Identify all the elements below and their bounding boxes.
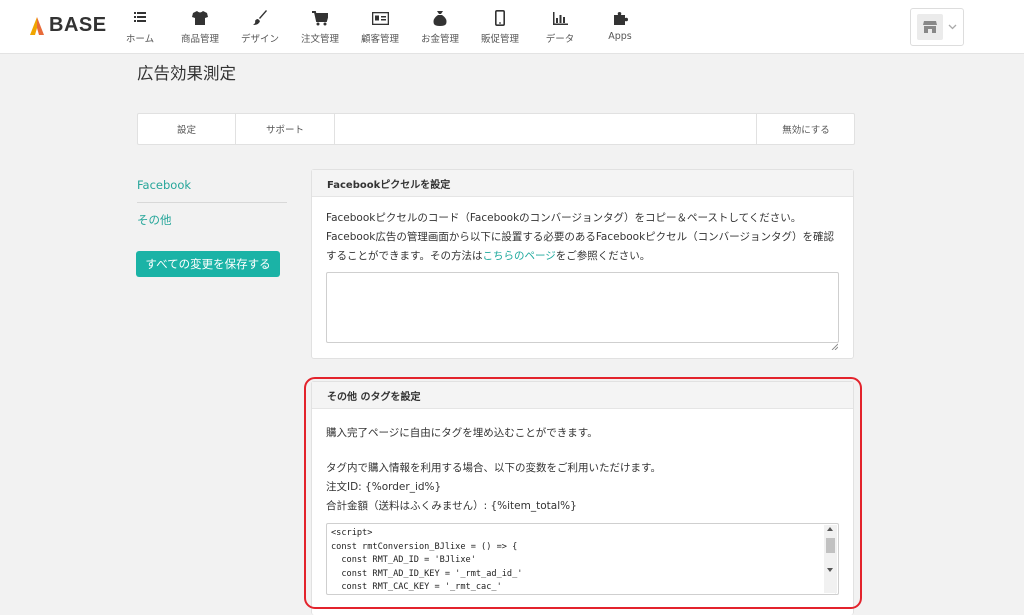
variable-item-total: 合計金額（送料はふくみません）: {%item_total%} <box>326 500 577 512</box>
nav-item-money[interactable]: お金管理 <box>410 0 470 54</box>
money-bag-icon <box>431 9 449 27</box>
panel-heading: Facebookピクセルを設定 <box>312 170 853 197</box>
nav-item-promotion[interactable]: 販促管理 <box>470 0 530 54</box>
instruction-line: Facebookピクセルのコード（Facebookのコンバージョンタグ）をコピー… <box>326 212 802 224</box>
chevron-down-icon <box>948 22 957 33</box>
save-all-button[interactable]: すべての変更を保存する <box>136 251 280 277</box>
sidebar-item-facebook[interactable]: Facebook <box>137 178 191 192</box>
other-tags-panel: その他 のタグを設定 購入完了ページに自由にタグを埋め込むことができます。 タグ… <box>311 381 854 615</box>
tag-code: <script> const rmtConversion_BJlixe = ()… <box>331 528 523 592</box>
instruction-line: することができます。その方法はこちらのページをご参照ください。 <box>326 247 834 266</box>
store-icon <box>917 14 943 40</box>
scroll-up-arrow-icon[interactable] <box>827 527 833 531</box>
tab-bar: 設定 サポート 無効にする <box>137 113 855 145</box>
nav-item-design[interactable]: デザイン <box>230 0 290 54</box>
page-title: 広告効果測定 <box>137 64 236 83</box>
nav-label: デザイン <box>240 34 279 45</box>
scroll-thumb[interactable] <box>826 538 835 553</box>
smartphone-icon <box>491 9 509 27</box>
nav-label: ホーム <box>125 34 155 45</box>
nav-item-home[interactable]: ホーム <box>110 0 170 54</box>
facebook-instructions: Facebookピクセルのコード（Facebookのコンバージョンタグ）をコピー… <box>326 209 834 266</box>
instruction-line: Facebook広告の管理画面から以下に設置する必要のあるFacebookピクセ… <box>326 231 834 243</box>
nav-label: 販促管理 <box>480 34 519 45</box>
tag-code-textarea[interactable]: <script> const rmtConversion_BJlixe = ()… <box>326 523 839 595</box>
instruction-text: することができます。その方法は <box>326 250 483 262</box>
resize-handle-icon[interactable] <box>831 335 839 351</box>
tent-logo-icon <box>28 16 46 36</box>
facebook-pixel-textarea[interactable] <box>326 272 839 343</box>
nav-item-apps[interactable]: Apps <box>590 0 650 54</box>
nav-item-orders[interactable]: 注文管理 <box>290 0 350 54</box>
nav-label: Apps <box>608 31 632 42</box>
variables-intro: タグ内で購入情報を利用する場合、以下の変数をご利用いただけます。 <box>326 462 661 474</box>
sidebar-item-other[interactable]: その他 <box>137 212 172 228</box>
store-menu-button[interactable] <box>910 8 964 46</box>
id-card-icon <box>371 9 389 27</box>
brush-icon <box>251 9 269 27</box>
scroll-down-arrow-icon[interactable] <box>827 568 833 572</box>
panel-heading: その他 のタグを設定 <box>312 382 853 409</box>
sidebar-divider <box>137 202 287 203</box>
top-navigation-bar: BASE ホーム 商品管理 デザイン 注文管理 顧客管理 お金管理 販促管理 デ… <box>0 0 1024 54</box>
resize-handle-icon[interactable] <box>829 585 836 594</box>
base-logo[interactable]: BASE <box>28 14 107 37</box>
bar-chart-icon <box>551 9 569 27</box>
disable-button[interactable]: 無効にする <box>756 114 855 144</box>
tshirt-icon <box>191 9 209 27</box>
puzzle-icon <box>611 9 629 27</box>
nav-label: 商品管理 <box>180 34 219 45</box>
nav-item-customers[interactable]: 顧客管理 <box>350 0 410 54</box>
nav-label: お金管理 <box>420 34 459 45</box>
nav-label: 注文管理 <box>300 34 339 45</box>
main-nav: ホーム 商品管理 デザイン 注文管理 顧客管理 お金管理 販促管理 データ Ap… <box>110 0 650 54</box>
help-page-link[interactable]: こちらのページ <box>482 250 555 262</box>
nav-item-products[interactable]: 商品管理 <box>170 0 230 54</box>
nav-item-data[interactable]: データ <box>530 0 590 54</box>
variable-order-id: 注文ID: {%order_id%} <box>326 481 442 493</box>
instruction-text: をご参照ください。 <box>555 250 651 262</box>
scrollbar[interactable] <box>824 525 837 593</box>
other-intro: 購入完了ページに自由にタグを埋め込むことができます。 <box>326 427 598 439</box>
logo-text: BASE <box>49 14 107 36</box>
tab-support[interactable]: サポート <box>236 114 335 144</box>
variables-info: タグ内で購入情報を利用する場合、以下の変数をご利用いただけます。 注文ID: {… <box>326 459 661 516</box>
tab-settings[interactable]: 設定 <box>138 114 236 144</box>
nav-label: データ <box>545 34 575 45</box>
list-icon <box>131 9 149 27</box>
facebook-pixel-panel: Facebookピクセルを設定 Facebookピクセルのコード（Faceboo… <box>311 169 854 359</box>
cart-icon <box>311 9 329 27</box>
nav-label: 顧客管理 <box>360 34 399 45</box>
